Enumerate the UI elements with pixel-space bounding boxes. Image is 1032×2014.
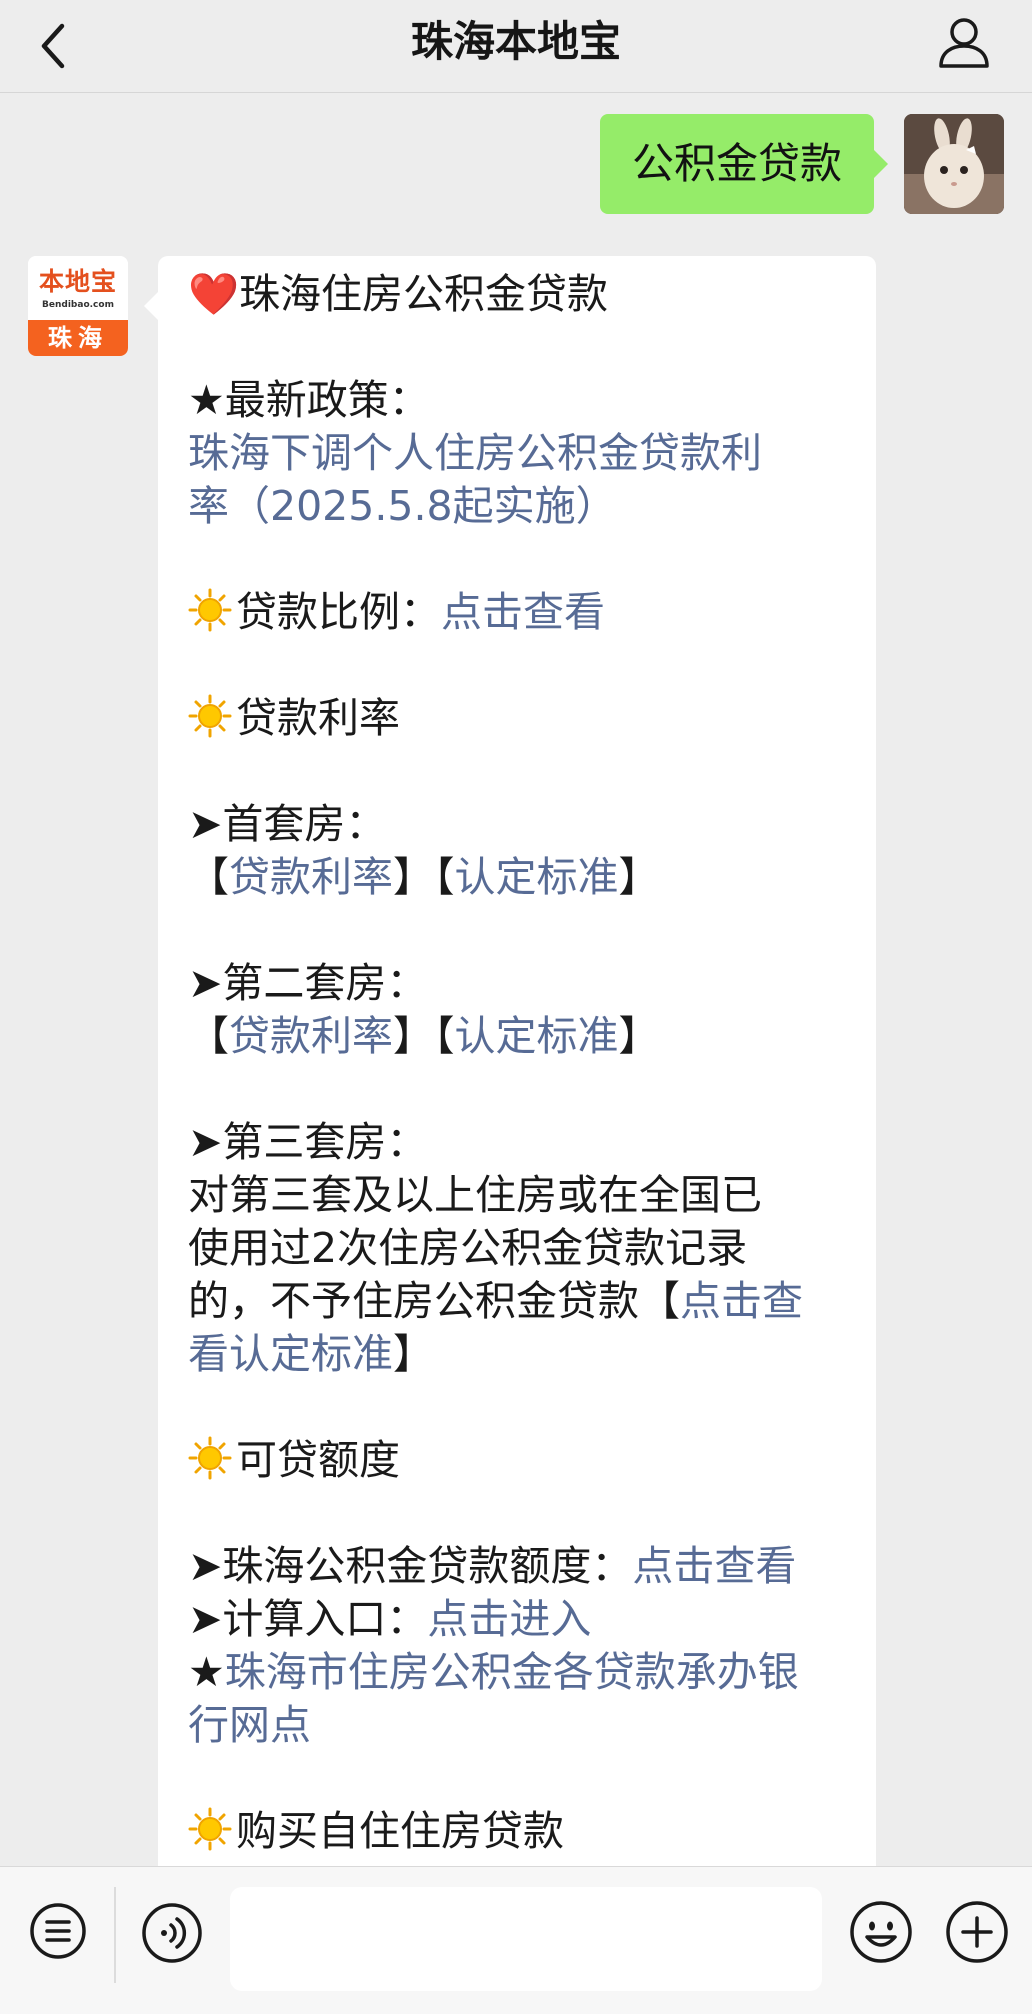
voice-icon bbox=[142, 1903, 202, 1963]
purchase-loan-heading: 购买自住住房贷款 bbox=[188, 1805, 846, 1858]
calculator-link[interactable]: 点击进入 bbox=[427, 1595, 591, 1643]
third-home-text: 对第三套及以上住房或在全国已 bbox=[188, 1171, 762, 1219]
more-button[interactable] bbox=[944, 1899, 1010, 1965]
third-home-text: 使用过2次住房公积金贷款记录 bbox=[188, 1224, 748, 1272]
second-home-rate-link[interactable]: 贷款利率 bbox=[229, 1012, 393, 1060]
user-message-text: 公积金贷款 bbox=[631, 139, 842, 188]
bot-avatar-city: 珠海 bbox=[28, 320, 128, 356]
bot-avatar[interactable]: 本地宝 Bendibao.com 珠海 bbox=[28, 256, 128, 356]
sun-icon bbox=[188, 588, 232, 632]
policy-link[interactable]: 珠海下调个人住房公积金贷款利 bbox=[188, 427, 846, 480]
second-home-label: ➤第二套房： bbox=[188, 959, 428, 1007]
person-icon bbox=[939, 18, 989, 68]
third-home-standard-link-cont[interactable]: 看认定标准 bbox=[188, 1330, 393, 1378]
emoji-button[interactable] bbox=[848, 1899, 914, 1965]
page-title: 珠海本地宝 bbox=[410, 17, 621, 66]
profile-button[interactable] bbox=[936, 14, 992, 70]
loan-amount-link[interactable]: 点击查看 bbox=[632, 1542, 796, 1590]
voice-button[interactable] bbox=[140, 1901, 204, 1965]
sun-icon bbox=[188, 1807, 232, 1851]
top-bar: 珠海本地宝 bbox=[0, 0, 1032, 93]
divider bbox=[114, 1887, 116, 1983]
menu-button[interactable] bbox=[28, 1901, 88, 1961]
chat-area[interactable]: 公积金贷款 本地宝 Bendibao.com 珠海 ❤️珠海住房公积金贷款 ★最… bbox=[0, 92, 1032, 1866]
calculator-row: ➤计算入口：点击进入 bbox=[188, 1595, 592, 1643]
user-avatar[interactable] bbox=[904, 114, 1004, 214]
first-home-standard-link[interactable]: 认定标准 bbox=[455, 853, 619, 901]
sun-icon bbox=[188, 1436, 232, 1480]
input-bar bbox=[0, 1866, 1032, 2014]
second-home-links: 【贷款利率】【认定标准】 bbox=[188, 1012, 660, 1060]
policy-label: ★最新政策： bbox=[188, 376, 430, 424]
loan-amount-heading: 可贷额度 bbox=[188, 1434, 846, 1487]
sun-icon bbox=[188, 694, 232, 738]
emoji-icon bbox=[850, 1901, 912, 1963]
first-home-label: ➤首套房： bbox=[188, 800, 387, 848]
loan-amount-row: ➤珠海公积金贷款额度：点击查看 bbox=[188, 1542, 797, 1590]
loan-ratio-link[interactable]: 点击查看 bbox=[441, 588, 605, 636]
bank-branches-link-cont[interactable]: 行网点 bbox=[188, 1699, 846, 1752]
bank-branches-link[interactable]: 珠海市住房公积金各贷款承办银 bbox=[225, 1648, 799, 1696]
message-input[interactable] bbox=[230, 1887, 822, 1991]
third-home-text: 看认定标准】 bbox=[188, 1330, 434, 1378]
plus-circle-icon bbox=[946, 1901, 1008, 1963]
bendibao-logo: 本地宝 Bendibao.com bbox=[28, 256, 128, 320]
bank-branches-row: ★珠海市住房公积金各贷款承办银 bbox=[188, 1646, 846, 1699]
bot-message-bubble: ❤️珠海住房公积金贷款 ★最新政策： 珠海下调个人住房公积金贷款利 率（2025… bbox=[144, 256, 876, 1866]
user-message-bubble[interactable]: 公积金贷款 bbox=[599, 114, 889, 214]
loan-rate-heading: 贷款利率 bbox=[188, 692, 846, 745]
star-icon: ★ bbox=[188, 1648, 225, 1696]
message-title: ❤️珠海住房公积金贷款 bbox=[188, 270, 609, 318]
third-home-label: ➤第三套房： bbox=[188, 1118, 428, 1166]
second-home-standard-link[interactable]: 认定标准 bbox=[455, 1012, 619, 1060]
first-home-rate-link[interactable]: 贷款利率 bbox=[229, 853, 393, 901]
first-home-links: 【贷款利率】【认定标准】 bbox=[188, 853, 660, 901]
loan-ratio-row: 贷款比例：点击查看 bbox=[188, 586, 846, 639]
third-home-standard-link[interactable]: 点击查 bbox=[680, 1277, 803, 1325]
rabbit-avatar-image bbox=[904, 114, 1004, 214]
third-home-text: 的，不予住房公积金贷款【点击查 bbox=[188, 1277, 803, 1325]
policy-link-cont[interactable]: 率（2025.5.8起实施） bbox=[188, 480, 846, 533]
menu-list-icon bbox=[30, 1903, 86, 1959]
heart-icon: ❤️ bbox=[188, 270, 240, 318]
